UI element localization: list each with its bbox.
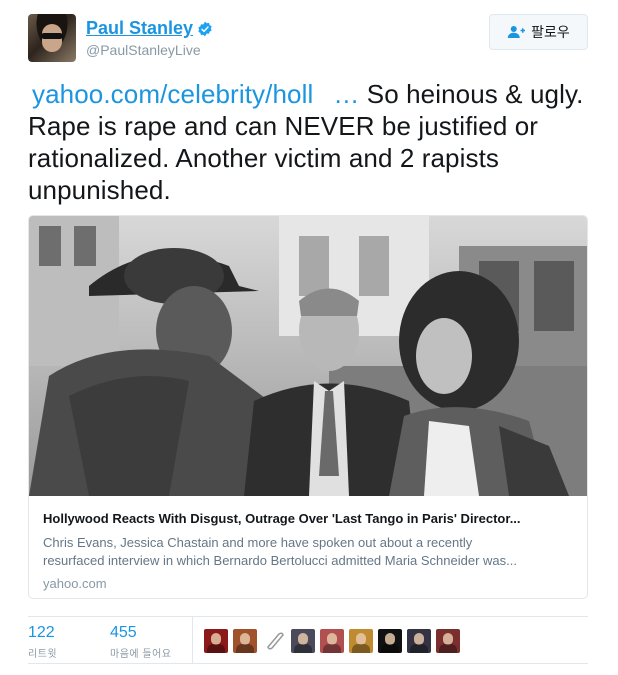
link-card[interactable]: Hollywood Reacts With Disgust, Outrage O… [28, 215, 588, 599]
card-description-line-1: Chris Evans, Jessica Chastain and more h… [43, 535, 473, 550]
author-name-row: Paul Stanley [86, 18, 213, 39]
card-photo [29, 216, 587, 496]
card-title[interactable]: Hollywood Reacts With Disgust, Outrage O… [43, 510, 575, 528]
liker-avatar-3[interactable] [262, 629, 286, 653]
author-avatar[interactable] [28, 14, 76, 62]
stats-divider [192, 617, 193, 663]
author-display-name[interactable]: Paul Stanley [86, 18, 193, 39]
liker-avatar-6[interactable] [349, 629, 373, 653]
retweet-count: 122 [28, 624, 55, 641]
tweet-header: Paul Stanley @PaulStanleyLive 팔로우 [28, 14, 588, 64]
like-label: 마음에 들어요 [110, 649, 172, 660]
tweet-link-ellipsis: … [333, 79, 360, 109]
card-description: Chris Evans, Jessica Chastain and more h… [43, 534, 575, 570]
liker-avatar-7[interactable] [378, 629, 402, 653]
liker-avatars [204, 629, 465, 653]
liker-avatar-9[interactable] [436, 629, 460, 653]
like-stat[interactable]: 455 마음에 들어요 [110, 623, 171, 660]
retweet-label: 리트윗 [28, 649, 58, 660]
author-handle[interactable]: @PaulStanleyLive [86, 42, 201, 58]
card-domain: yahoo.com [43, 576, 107, 591]
liker-avatar-8[interactable] [407, 629, 431, 653]
retweet-stat[interactable]: 122 리트윗 [28, 623, 57, 660]
follow-button[interactable]: 팔로우 [489, 14, 588, 50]
tweet-link[interactable]: yahoo.com/celebrity/holl… [32, 79, 359, 109]
card-body: Hollywood Reacts With Disgust, Outrage O… [29, 496, 587, 598]
add-user-icon [507, 26, 526, 38]
like-count: 455 [110, 624, 137, 641]
follow-button-label: 팔로우 [531, 24, 570, 40]
tweet-stats: 122 리트윗 455 마음에 들어요 [28, 616, 588, 664]
tweet-text: yahoo.com/celebrity/holl… So heinous & u… [28, 78, 588, 206]
card-description-line-2: resurfaced interview in which Bernardo B… [43, 553, 517, 568]
liker-avatar-2[interactable] [233, 629, 257, 653]
liker-avatar-1[interactable] [204, 629, 228, 653]
liker-avatar-5[interactable] [320, 629, 344, 653]
verified-badge-icon [198, 21, 212, 36]
liker-avatar-4[interactable] [291, 629, 315, 653]
